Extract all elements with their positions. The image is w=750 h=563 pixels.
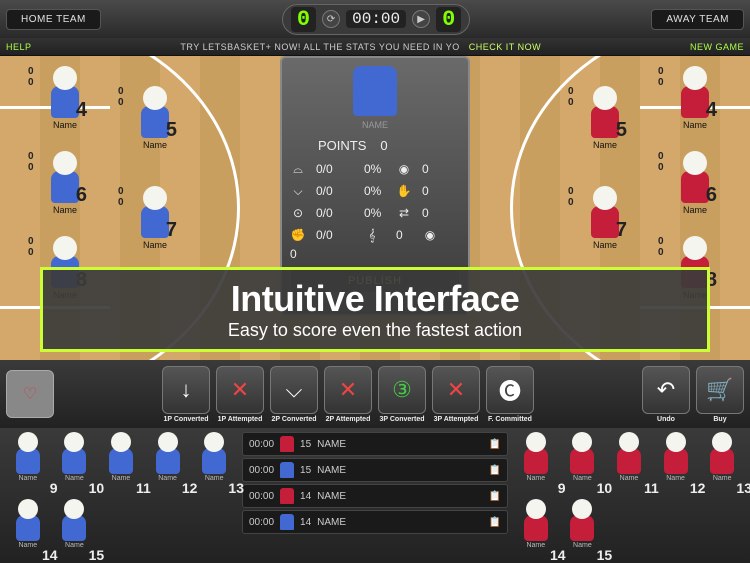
scoreboard-bar: HOME TEAM 0 ⟳ 00:00 ▶ 0 AWAY TEAM (0, 0, 750, 38)
help-button[interactable]: HELP (6, 42, 32, 52)
new-game-button[interactable]: NEW GAME (690, 42, 744, 52)
1p-converted-button[interactable]: ↓1P Converted (162, 366, 210, 423)
play-icon[interactable]: ▶ (412, 10, 430, 28)
bench-player-9[interactable]: 9Name (514, 432, 558, 496)
bottom-bar: 9Name10Name11Name12Name13Name14Name15Nam… (0, 428, 750, 563)
ball2-icon: ◉ (422, 227, 438, 243)
clipboard-icon[interactable]: 📋 (489, 517, 501, 528)
bench-player-14[interactable]: 14Name (6, 499, 50, 563)
away-team-label[interactable]: AWAY TEAM (651, 9, 744, 30)
hand-icon: ✋ (396, 183, 412, 199)
away-player-7[interactable]: 007Name (580, 186, 630, 250)
bench-player-15[interactable]: 15Name (53, 499, 97, 563)
bench-player-13[interactable]: 13Name (192, 432, 236, 496)
stats-player-name: NAME (290, 120, 460, 130)
favorite-button[interactable]: ♡ (6, 370, 54, 418)
net-in-icon: ⌵ (270, 366, 318, 414)
bench-player-10[interactable]: 10Name (561, 432, 605, 496)
points-label: POINTS (318, 138, 366, 153)
away-score: 0 (436, 7, 461, 32)
block-icon: ✊ (290, 227, 306, 243)
bench-player-12[interactable]: 12Name (146, 432, 190, 496)
court: 004Name 005Name 006Name 007Name 008Name … (0, 56, 750, 360)
bench-player-14[interactable]: 14Name (514, 499, 558, 563)
log-row[interactable]: 00:0014NAME📋 (242, 484, 508, 508)
stat-row-ft: ✊0/0𝄞0◉0 (290, 227, 460, 261)
clipboard-icon[interactable]: 📋 (489, 439, 501, 450)
3p-converted-button[interactable]: ③3P Converted (378, 366, 426, 423)
undo-icon: ↶ (642, 366, 690, 414)
bench-player-11[interactable]: 11Name (607, 432, 651, 496)
bench-player-10[interactable]: 10Name (53, 432, 97, 496)
hoop-miss-icon: ✕ (216, 366, 264, 414)
home-player-7[interactable]: 007Name (130, 186, 180, 250)
stat-row-1p: ⌓0/00%◉0 (290, 161, 460, 177)
score-display: 0 ⟳ 00:00 ▶ 0 (282, 4, 470, 35)
1p-attempted-button[interactable]: ✕1P Attempted (216, 366, 264, 423)
home-player-5[interactable]: 005Name (130, 86, 180, 150)
overlay-title: Intuitive Interface (53, 278, 697, 320)
away-player-4[interactable]: 004Name (670, 66, 720, 130)
home-bench: 9Name10Name11Name12Name13Name 14Name15Nam… (6, 428, 236, 563)
secondary-bar: HELP TRY LETSBASKET+ NOW! ALL THE STATS … (0, 38, 750, 56)
3p-attempted-button[interactable]: ✕3P Attempted (432, 366, 480, 423)
2p-converted-button[interactable]: ⌵2P Converted (270, 366, 318, 423)
overlay-subtitle: Easy to score even the fastest action (53, 320, 697, 341)
points-value: 0 (380, 138, 387, 153)
check-now-button[interactable]: CHECK IT NOW (469, 42, 541, 52)
log-row[interactable]: 00:0015NAME📋 (242, 432, 508, 456)
pass-icon: ⇄ (396, 205, 412, 221)
promo-overlay: Intuitive Interface Easy to score even t… (40, 267, 710, 352)
bench-player-11[interactable]: 11Name (99, 432, 143, 496)
bench-player-13[interactable]: 13Name (700, 432, 744, 496)
hoop-icon: ⌓ (290, 161, 306, 177)
promo-text: TRY LETSBASKET+ NOW! ALL THE STATS YOU N… (42, 42, 680, 52)
log-row[interactable]: 00:0014NAME📋 (242, 510, 508, 534)
cart-icon: 🛒 (696, 366, 744, 414)
stat-row-3p: ⊙0/00%⇄0 (290, 205, 460, 221)
2p-attempted-button[interactable]: ✕2P Attempted (324, 366, 372, 423)
reset-icon[interactable]: ⟳ (322, 10, 340, 28)
clipboard-icon[interactable]: 📋 (489, 491, 501, 502)
home-player-4[interactable]: 004Name (40, 66, 90, 130)
ball-icon: ◉ (396, 161, 412, 177)
log-row[interactable]: 00:0015NAME📋 (242, 458, 508, 482)
buy-button[interactable]: 🛒Buy (696, 366, 744, 423)
foul-committed-button[interactable]: 🅒F. Committed (486, 366, 534, 423)
away-player-6[interactable]: 006Name (670, 151, 720, 215)
away-bench: 9Name10Name11Name12Name13Name 14Name15Nam… (514, 428, 744, 563)
stat-row-2p: ⌵0/00%✋0 (290, 183, 460, 199)
whistle-icon: 🅒 (486, 366, 534, 414)
three-in-icon: ③ (378, 366, 426, 414)
away-player-5[interactable]: 005Name (580, 86, 630, 150)
whistle-icon: 𝄞 (364, 227, 380, 243)
clipboard-icon[interactable]: 📋 (489, 465, 501, 476)
stats-jersey-icon (353, 66, 397, 116)
net-icon: ⌵ (290, 183, 306, 199)
ball3-icon: ⊙ (290, 205, 306, 221)
bench-player-12[interactable]: 12Name (654, 432, 698, 496)
bench-player-9[interactable]: 9Name (6, 432, 50, 496)
hoop-in-icon: ↓ (162, 366, 210, 414)
home-team-label[interactable]: HOME TEAM (6, 9, 101, 30)
net-miss-icon: ✕ (324, 366, 372, 414)
undo-button[interactable]: ↶Undo (642, 366, 690, 423)
home-player-6[interactable]: 006Name (40, 151, 90, 215)
action-bar: ♡ ↓1P Converted ✕1P Attempted ⌵2P Conver… (0, 360, 750, 428)
substitution-log: 00:0015NAME📋00:0015NAME📋00:0014NAME📋00:0… (242, 428, 508, 563)
home-score: 0 (291, 7, 316, 32)
game-timer: 00:00 (346, 10, 406, 28)
bench-player-15[interactable]: 15Name (561, 499, 605, 563)
three-miss-icon: ✕ (432, 366, 480, 414)
